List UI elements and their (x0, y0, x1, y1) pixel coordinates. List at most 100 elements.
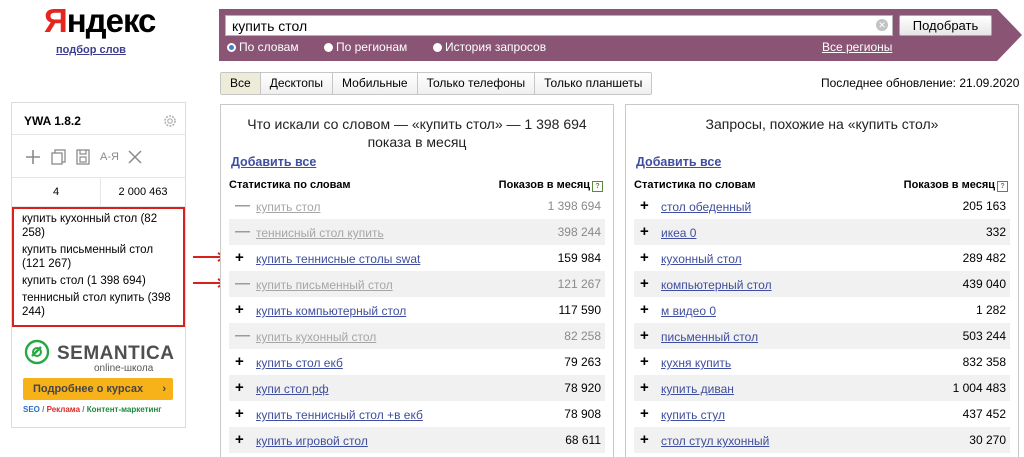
keyword-link[interactable]: купить кухонный стол (256, 330, 376, 344)
service-link[interactable]: подбор слов (56, 44, 126, 56)
yandex-logo[interactable]: Яндекс (44, 2, 174, 40)
impressions-count: 437 452 (962, 407, 1006, 421)
plus-icon[interactable] (24, 148, 42, 166)
column-header-phrase: Статистика по словам (229, 179, 351, 191)
ywa-list-item[interactable]: купить стол (1 398 694) (22, 274, 175, 288)
impressions-count: 121 267 (557, 277, 601, 291)
add-all-link[interactable]: Добавить все (231, 155, 316, 169)
search-input[interactable] (226, 16, 878, 35)
mode-by-words[interactable]: По словам (227, 40, 299, 54)
add-icon[interactable]: + (235, 354, 244, 369)
keyword-link[interactable]: кухонный стол (661, 252, 742, 266)
tab-tablets-only[interactable]: Только планшеты (535, 73, 652, 94)
tab-desktops[interactable]: Десктопы (260, 73, 334, 94)
table-row: + м видео 0 1 282 (634, 297, 1010, 323)
ywa-list-item[interactable]: теннисный стол купить (398 244) (22, 291, 175, 319)
keyword-link[interactable]: письменный стол (661, 330, 758, 344)
impressions-count: 117 590 (558, 303, 602, 317)
table-row: + кухня купить 832 358 (634, 349, 1010, 375)
keyword-link[interactable]: стол стул кухонный (661, 434, 769, 448)
tab-all[interactable]: Все (221, 73, 261, 94)
copy-icon[interactable] (50, 148, 68, 166)
logo-rest: ндекс (66, 2, 157, 39)
close-icon[interactable] (126, 148, 144, 166)
ywa-widget: YWA 1.8.2 A-Я 4 2 000 463 купить кухонны… (11, 102, 186, 428)
impressions-count: 832 358 (962, 355, 1006, 369)
tab-mobile[interactable]: Мобильные (333, 73, 418, 94)
keyword-link[interactable]: теннисный стол купить (256, 226, 384, 240)
sort-az-icon[interactable]: A-Я (100, 148, 122, 166)
keyword-link[interactable]: купить письменный стол (256, 278, 393, 292)
keyword-link[interactable]: купить стол екб (256, 356, 343, 370)
table-row: + купить стул 437 452 (634, 401, 1010, 427)
remove-icon[interactable]: — (235, 224, 250, 239)
similar-queries-panel: Запросы, похожие на «купить стол» Добави… (625, 104, 1019, 457)
add-icon[interactable]: + (235, 380, 244, 395)
semantica-subtitle: online-школа (94, 363, 154, 374)
all-regions-link[interactable]: Все регионы (822, 40, 892, 54)
ywa-list-item[interactable]: купить письменный стол (121 267) (22, 243, 175, 271)
add-icon[interactable]: + (640, 198, 649, 213)
add-icon[interactable]: + (640, 276, 649, 291)
ywa-title: YWA 1.8.2 (24, 114, 81, 128)
remove-icon[interactable]: — (235, 276, 250, 291)
clear-icon[interactable]: ✕ (876, 19, 888, 31)
keyword-link[interactable]: купить стул (661, 408, 725, 422)
add-icon[interactable]: + (235, 432, 244, 447)
add-icon[interactable]: + (235, 406, 244, 421)
search-bar: ✕ Подобрать По словам По регионам Истори… (219, 9, 1022, 61)
panel-title: Что искали со словом — «купить стол» — 1… (247, 116, 587, 150)
keyword-link[interactable]: купить теннисные столы swat (256, 252, 420, 266)
add-icon[interactable]: + (640, 380, 649, 395)
keyword-link[interactable]: купить диван (661, 382, 734, 396)
add-icon[interactable]: + (640, 250, 649, 265)
mode-by-regions[interactable]: По регионам (324, 40, 407, 54)
keyword-link[interactable]: купить теннисный стол +в екб (256, 408, 423, 422)
table-row: + стол стул кухонный 30 270 (634, 427, 1010, 453)
keyword-link[interactable]: компьютерный стол (661, 278, 772, 292)
semantica-logo-icon[interactable] (24, 339, 50, 365)
keyword-link[interactable]: купить компьютерный стол (256, 304, 406, 318)
table-row: + компьютерный стол 439 040 (634, 271, 1010, 297)
impressions-count: 78 920 (564, 381, 601, 395)
remove-icon[interactable]: — (235, 328, 250, 343)
add-icon[interactable]: + (235, 250, 244, 265)
impressions-count: 1 398 694 (547, 199, 601, 213)
semantica-name[interactable]: SEMANTICA (57, 343, 174, 365)
results-table: — купить стол 1 398 694 — теннисный стол куп… (229, 193, 605, 453)
keyword-link[interactable]: стол обеденный (661, 200, 751, 214)
mode-history[interactable]: История запросов (433, 40, 546, 54)
add-icon[interactable]: + (640, 302, 649, 317)
keyword-link[interactable]: купи стол рф (256, 382, 329, 396)
add-icon[interactable]: + (640, 354, 649, 369)
search-field[interactable]: ✕ (225, 15, 893, 36)
courses-button[interactable]: Подробнее о курсах › (23, 378, 173, 400)
add-icon[interactable]: + (640, 432, 649, 447)
submit-button[interactable]: Подобрать (899, 15, 992, 36)
keyword-link[interactable]: м видео 0 (661, 304, 716, 318)
impressions-count: 205 163 (962, 199, 1006, 213)
help-icon[interactable]: ? (997, 181, 1008, 192)
table-row: — купить письменный стол 121 267 (229, 271, 605, 297)
ywa-total-count: 2 000 463 (118, 186, 168, 198)
impressions-count: 289 482 (962, 251, 1006, 265)
add-all-link[interactable]: Добавить все (636, 155, 721, 169)
keyword-link[interactable]: кухня купить (661, 356, 731, 370)
add-icon[interactable]: + (640, 328, 649, 343)
impressions-count: 503 244 (962, 329, 1006, 343)
remove-icon[interactable]: — (235, 198, 250, 213)
save-icon[interactable] (74, 148, 92, 166)
tab-phones-only[interactable]: Только телефоны (417, 73, 536, 94)
ywa-list-item[interactable]: купить кухонный стол (82 258) (22, 212, 175, 240)
gear-icon[interactable] (162, 113, 178, 129)
help-icon[interactable]: ? (592, 181, 603, 192)
keyword-link[interactable]: икеа 0 (661, 226, 696, 240)
keyword-link[interactable]: купить стол (256, 200, 320, 214)
table-row: + кухонный стол 289 482 (634, 245, 1010, 271)
add-icon[interactable]: + (640, 406, 649, 421)
table-row: + купить теннисные столы swat 159 984 (229, 245, 605, 271)
add-icon[interactable]: + (640, 224, 649, 239)
keyword-link[interactable]: купить игровой стол (256, 434, 368, 448)
add-icon[interactable]: + (235, 302, 244, 317)
impressions-count: 79 263 (564, 355, 601, 369)
